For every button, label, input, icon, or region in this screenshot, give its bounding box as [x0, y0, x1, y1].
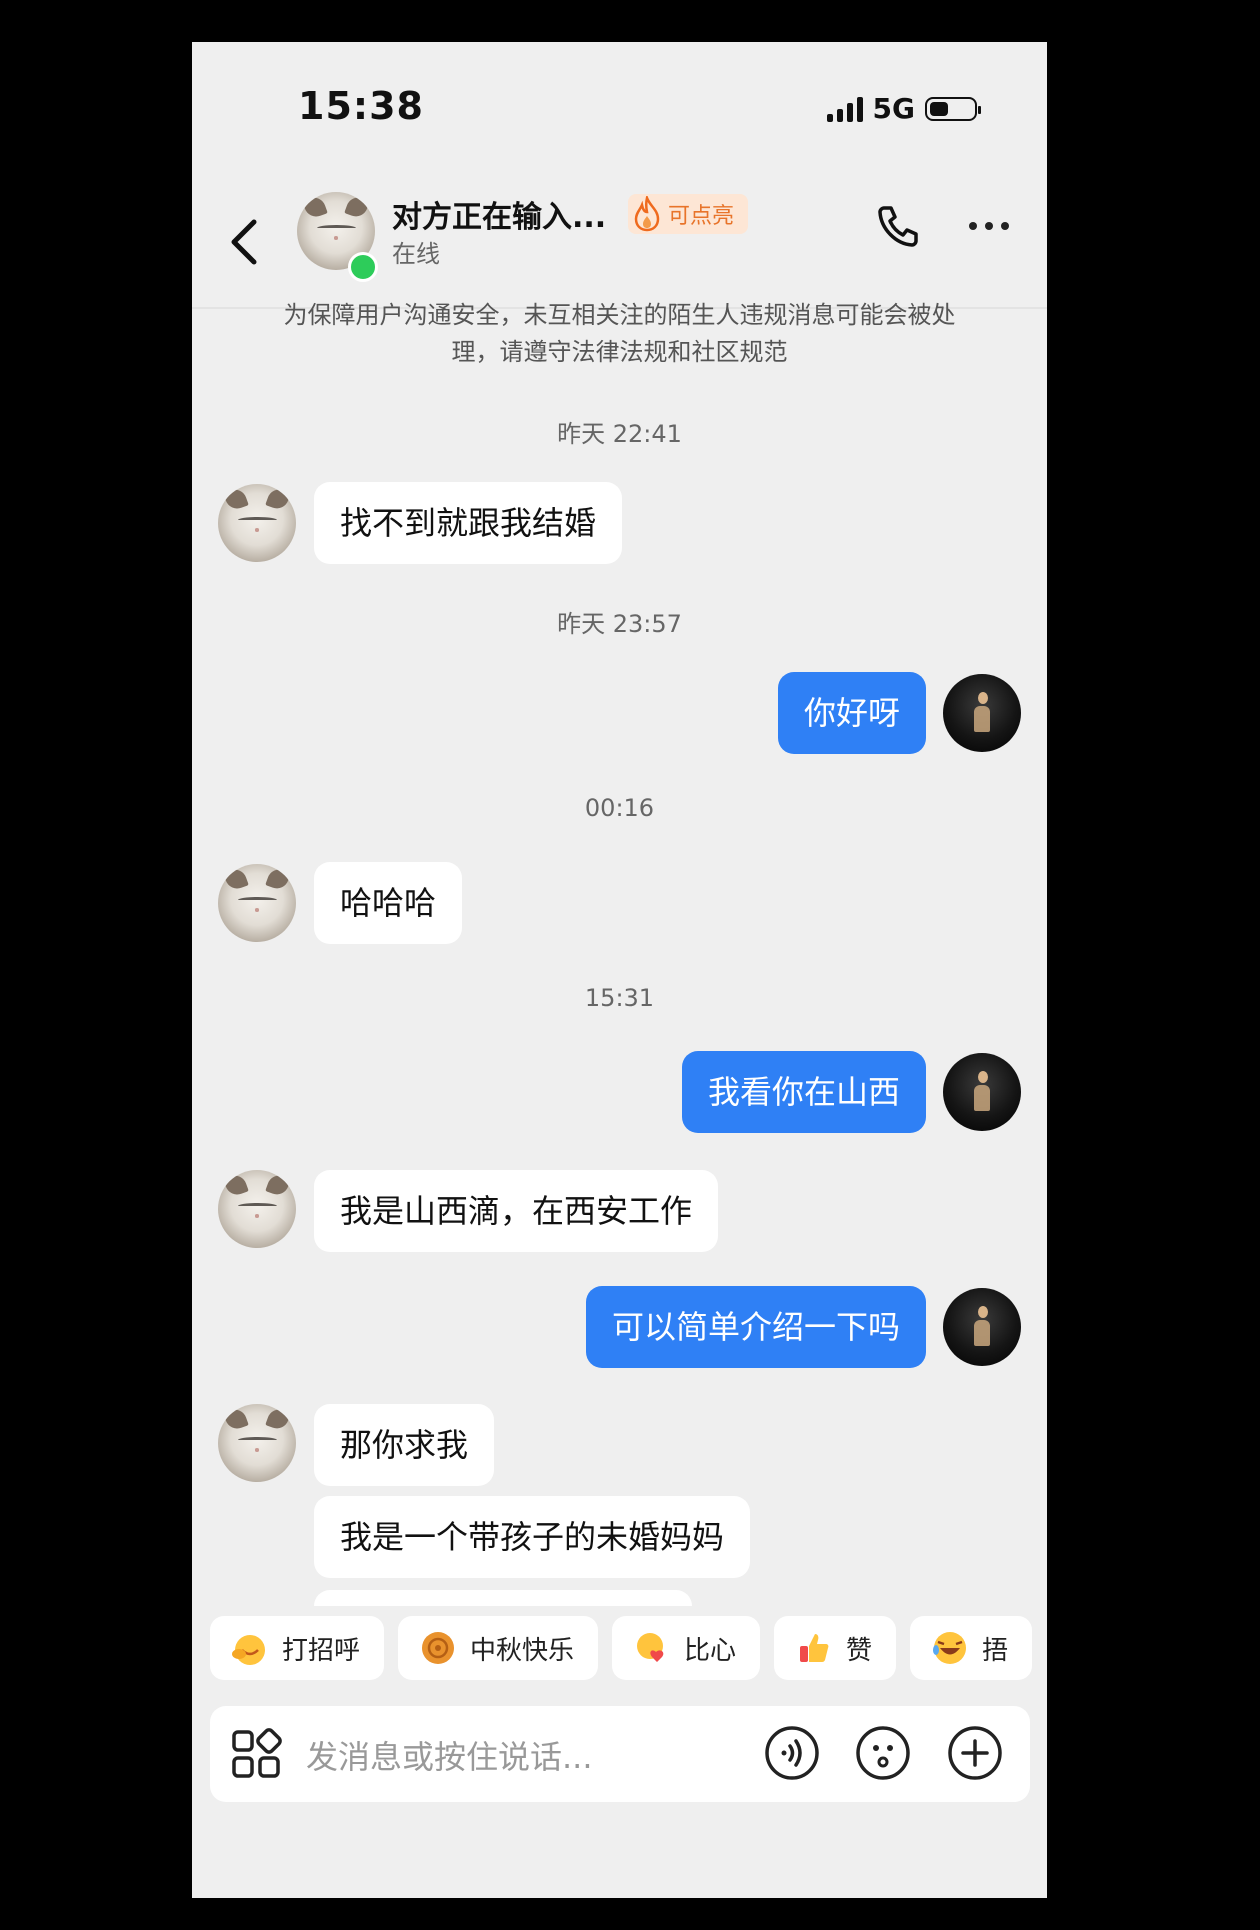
flame-icon [634, 196, 660, 232]
message-bubble-incoming[interactable]: 哈哈哈 [314, 862, 463, 944]
contact-avatar[interactable] [218, 864, 296, 942]
message-bubble-partial [314, 1590, 692, 1606]
safety-notice: 为保障用户沟通安全，未互相关注的陌生人违规消息可能会被处理，请遵守法律法规和社区… [283, 301, 956, 366]
badge-label: 可点亮 [668, 204, 735, 229]
add-icon[interactable] [948, 1726, 1002, 1780]
message-bubble-outgoing[interactable]: 我看你在山西 [681, 1051, 926, 1133]
contact-avatar[interactable] [218, 1404, 296, 1482]
signal-icon [826, 96, 863, 122]
thumbs-up-icon [800, 1634, 829, 1662]
quick-reply-label: 捂 [982, 1635, 1009, 1666]
quick-reply-chip[interactable]: 打招呼 [210, 1616, 385, 1680]
contact-avatar[interactable] [218, 484, 296, 562]
mooncake-icon [422, 1632, 455, 1664]
back-arrow-icon[interactable] [222, 212, 266, 272]
message-input-field[interactable]: 发消息或按住说话... [306, 1732, 593, 1778]
quick-reply-bar: 打招呼 中秋快乐 比心 赞 捂 [210, 1616, 1033, 1680]
status-indicators: 5G [826, 92, 981, 125]
waving-face-icon [232, 1635, 265, 1665]
my-avatar[interactable] [943, 1288, 1021, 1366]
emoji-icon[interactable] [856, 1726, 910, 1780]
spark-badge[interactable]: 可点亮 [628, 194, 749, 234]
phone-screen: 15:38 5G 对方正在输入... 可点亮 在线 为保障用户沟通安全，未互相关… [192, 42, 1047, 1898]
online-indicator [348, 252, 378, 282]
quick-reply-chip[interactable]: 赞 [774, 1616, 897, 1680]
my-avatar[interactable] [943, 1053, 1021, 1131]
message-timestamp: 15:31 [584, 984, 655, 1012]
message-bubble-incoming[interactable]: 那你求我 [314, 1404, 495, 1486]
quick-reply-label: 赞 [846, 1635, 873, 1666]
message-input-bar: 发消息或按住说话... [210, 1706, 1030, 1802]
chat-header: 对方正在输入... 可点亮 在线 [192, 172, 1047, 309]
message-bubble-outgoing[interactable]: 你好呀 [777, 672, 926, 754]
network-type: 5G [872, 92, 915, 125]
my-avatar[interactable] [943, 674, 1021, 752]
voice-icon[interactable] [765, 1726, 819, 1780]
message-bubble-incoming[interactable]: 我是一个带孩子的未婚妈妈 [314, 1496, 751, 1578]
status-time: 15:38 [298, 84, 424, 128]
message-bubble-outgoing[interactable]: 可以简单介绍一下吗 [585, 1286, 926, 1368]
message-timestamp: 昨天 22:41 [557, 420, 682, 448]
quick-reply-label: 中秋快乐 [470, 1635, 575, 1666]
battery-icon [925, 96, 981, 121]
heart-hands-icon [637, 1633, 664, 1662]
quick-reply-chip[interactable]: 捂 [910, 1616, 1033, 1680]
quick-reply-chip[interactable]: 比心 [612, 1616, 761, 1680]
message-bubble-incoming[interactable]: 我是山西滴，在西安工作 [314, 1170, 719, 1252]
contact-avatar[interactable] [218, 1170, 296, 1248]
apps-grid-icon[interactable] [230, 1728, 282, 1780]
laughing-face-icon [933, 1632, 967, 1664]
message-bubble-incoming[interactable]: 找不到就跟我结婚 [314, 482, 623, 564]
presence-status: 在线 [392, 240, 440, 268]
message-timestamp: 00:16 [584, 794, 655, 822]
quick-reply-label: 打招呼 [282, 1635, 361, 1666]
phone-call-icon[interactable] [874, 202, 922, 250]
message-timestamp: 昨天 23:57 [557, 610, 682, 638]
quick-reply-label: 比心 [684, 1635, 737, 1666]
quick-reply-chip[interactable]: 中秋快乐 [398, 1616, 599, 1680]
more-options-icon[interactable] [969, 222, 1009, 230]
contact-name[interactable]: 对方正在输入... [392, 192, 606, 236]
